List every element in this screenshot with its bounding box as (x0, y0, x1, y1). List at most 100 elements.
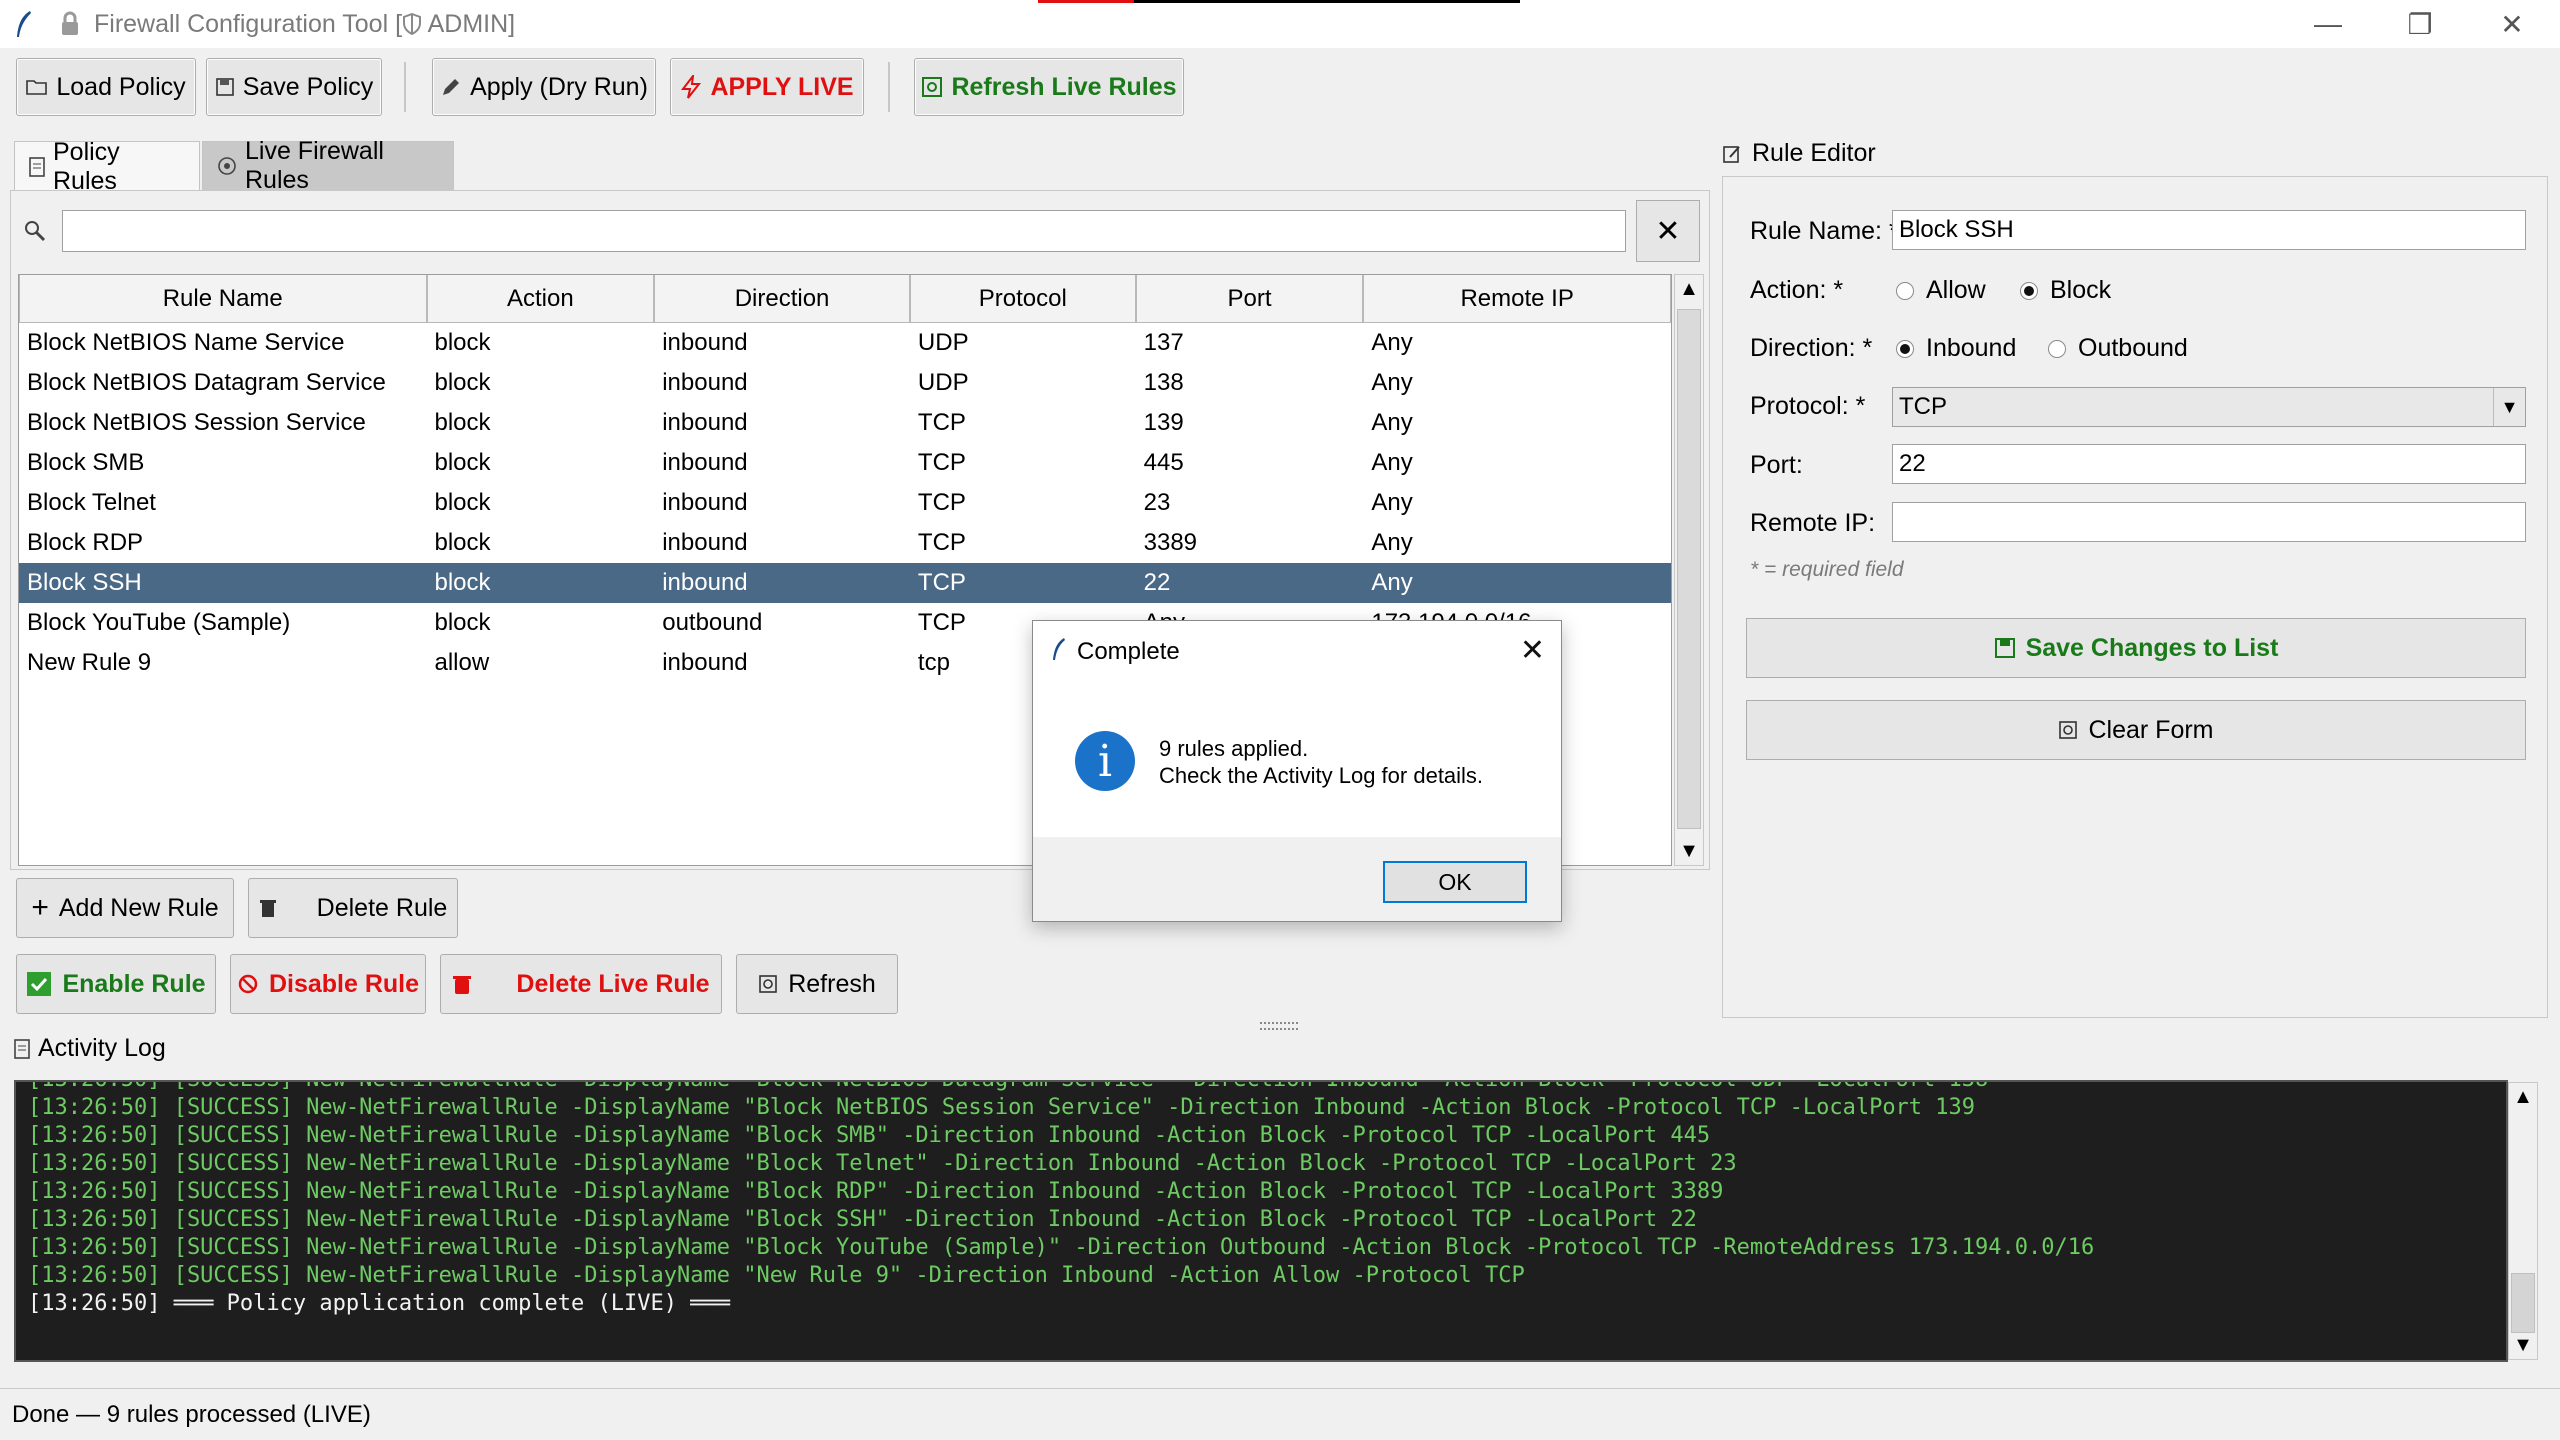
feather-icon (1051, 636, 1067, 669)
chevron-down-icon[interactable]: ▼ (2493, 388, 2525, 426)
table-cell-remote: Any (1371, 569, 1413, 596)
log-line: [13:26:50] [SUCCESS] New-NetFirewallRule… (28, 1123, 1711, 1148)
table-cell-direction: inbound (662, 649, 748, 676)
action-block-radio[interactable]: Block (2020, 276, 2111, 305)
log-scrollbar[interactable]: ▲ ▼ (2508, 1082, 2538, 1360)
column-header-remote-ip[interactable]: Remote IP (1363, 275, 1671, 323)
table-row[interactable]: Block SSH block inbound TCP 22 Any (19, 563, 1671, 603)
delete-live-rule-button[interactable]: Delete Live Rule (440, 954, 722, 1014)
restore-button[interactable]: ❐ (2374, 0, 2466, 48)
tab-live-firewall-rules[interactable]: Live Firewall Rules (202, 137, 454, 194)
ok-button[interactable]: OK (1383, 861, 1527, 903)
log-line: [13:26:50] [SUCCESS] New-NetFirewallRule… (28, 1179, 1724, 1204)
scroll-up-arrow-icon[interactable]: ▲ (1675, 275, 1703, 303)
load-policy-button[interactable]: Load Policy (16, 58, 196, 116)
clear-form-button[interactable]: Clear Form (1746, 700, 2526, 760)
scroll-down-arrow-icon[interactable]: ▼ (1675, 837, 1703, 865)
table-row[interactable]: Block Telnet block inbound TCP 23 Any (19, 483, 1671, 523)
activity-log[interactable]: [13:26:50] [SUCCESS] New-NetFirewallRule… (14, 1080, 2508, 1362)
table-cell-protocol: TCP (917, 489, 966, 516)
toolbar: Load Policy Save Policy Apply (Dry Run) … (0, 48, 2560, 128)
table-cell-remote: Any (1371, 369, 1413, 396)
apply-live-button[interactable]: APPLY LIVE (670, 58, 864, 116)
rule-editor-title: Rule Editor (1722, 139, 1876, 168)
document-icon (29, 156, 45, 177)
column-header-protocol[interactable]: Protocol (909, 275, 1136, 323)
table-scrollbar[interactable]: ▲ ▼ (1674, 274, 1704, 866)
refresh-live-rules-button[interactable]: Refresh Live Rules (914, 58, 1184, 116)
table-cell-name: Block SSH (27, 569, 142, 596)
table-cell-name: Block RDP (27, 529, 144, 556)
apply-dry-run-button[interactable]: Apply (Dry Run) (432, 58, 656, 116)
table-row[interactable]: Block NetBIOS Session Service block inboun… (19, 403, 1671, 443)
table-cell-action: block (434, 409, 491, 436)
delete-rule-button[interactable]: Delete Rule (248, 878, 458, 938)
column-header-port[interactable]: Port (1135, 275, 1364, 323)
add-new-rule-button[interactable]: + Add New Rule (16, 878, 234, 938)
log-scroll-down-icon[interactable]: ▼ (2509, 1331, 2537, 1359)
table-row[interactable]: Block NetBIOS Datagram Service block inbou… (19, 363, 1671, 403)
scrollbar-thumb[interactable] (1677, 309, 1701, 829)
status-text: Done — 9 rules processed (LIVE) (12, 1400, 371, 1428)
rule-name-label: Rule Name: * (1750, 217, 1899, 245)
table-row[interactable]: Block NetBIOS Name Service block inbound UD… (19, 323, 1671, 363)
tab-policy-rules[interactable]: Policy Rules (14, 138, 200, 195)
table-cell-action: block (434, 369, 491, 396)
table-cell-direction: inbound (662, 329, 748, 356)
rule-name-field[interactable]: Block SSH (1892, 210, 2526, 250)
port-field[interactable]: 22 (1892, 444, 2526, 484)
log-scrollbar-thumb[interactable] (2511, 1273, 2535, 1333)
clear-search-button[interactable]: ✕ (1636, 200, 1700, 262)
table-cell-action: block (434, 529, 491, 556)
table-cell-action: block (434, 449, 491, 476)
splitter-grip[interactable] (1260, 1022, 1298, 1030)
window-title: Firewall Configuration Tool [ ADMIN] (94, 9, 516, 38)
column-header-action[interactable]: Action (426, 275, 655, 323)
table-cell-protocol: TCP (917, 529, 966, 556)
radio-on-icon (2020, 281, 2038, 300)
protocol-select[interactable]: TCP ▼ (1892, 387, 2526, 427)
close-icon: ✕ (1655, 214, 1681, 248)
remote-ip-field[interactable] (1892, 502, 2526, 542)
table-row[interactable]: Block SMB block inbound TCP 445 Any (19, 443, 1671, 483)
search-input[interactable] (62, 210, 1626, 252)
shield-icon (403, 12, 422, 35)
table-cell-action: allow (434, 649, 490, 676)
table-cell-port: 3389 (1143, 529, 1198, 556)
direction-outbound-radio[interactable]: Outbound (2048, 334, 2188, 363)
log-line: [13:26:50] [SUCCESS] New-NetFirewallRule… (28, 1263, 1525, 1288)
save-changes-button[interactable]: Save Changes to List (1746, 618, 2526, 678)
table-row[interactable]: Block RDP block inbound TCP 3389 Any (19, 523, 1671, 563)
table-cell-port: 138 (1143, 369, 1184, 396)
disable-rule-button[interactable]: Disable Rule (230, 954, 426, 1014)
table-cell-name: Block NetBIOS Session Service (27, 409, 366, 436)
dialog-close-icon[interactable]: ✕ (1520, 633, 1545, 668)
prohibited-icon (237, 973, 259, 995)
table-cell-protocol: TCP (917, 449, 966, 476)
direction-inbound-radio[interactable]: Inbound (1896, 334, 2016, 363)
table-cell-name: Block YouTube (Sample) (27, 609, 291, 636)
log-scroll-up-icon[interactable]: ▲ (2509, 1083, 2537, 1111)
close-window-button[interactable]: ✕ (2466, 0, 2558, 48)
enable-rule-button[interactable]: Enable Rule (16, 954, 216, 1014)
save-policy-button[interactable]: Save Policy (206, 58, 382, 116)
column-header-rule-name[interactable]: Rule Name (19, 275, 427, 323)
refresh-button[interactable]: Refresh (736, 954, 898, 1014)
column-header-direction[interactable]: Direction (654, 275, 910, 323)
minimize-button[interactable]: — (2282, 0, 2374, 48)
info-icon: i (1075, 731, 1135, 791)
table-cell-direction: outbound (662, 609, 763, 636)
required-field-note: * = required field (1750, 558, 1904, 581)
table-cell-protocol: UDP (917, 369, 969, 396)
table-cell-remote: Any (1371, 529, 1413, 556)
table-cell-name: Block NetBIOS Name Service (27, 329, 345, 356)
log-line: [13:26:50] [SUCCESS] New-NetFirewallRule… (28, 1207, 1697, 1232)
log-line: [13:26:50] [SUCCESS] New-NetFirewallRule… (28, 1082, 2094, 1094)
table-cell-protocol: TCP (917, 569, 966, 596)
port-label: Port: (1750, 451, 1803, 479)
feather-icon (10, 8, 38, 40)
action-allow-radio[interactable]: Allow (1896, 276, 1986, 305)
table-cell-protocol: TCP (917, 409, 966, 436)
table-cell-direction: inbound (662, 369, 748, 396)
log-line: [13:26:50] [SUCCESS] New-NetFirewallRule… (28, 1151, 1737, 1176)
